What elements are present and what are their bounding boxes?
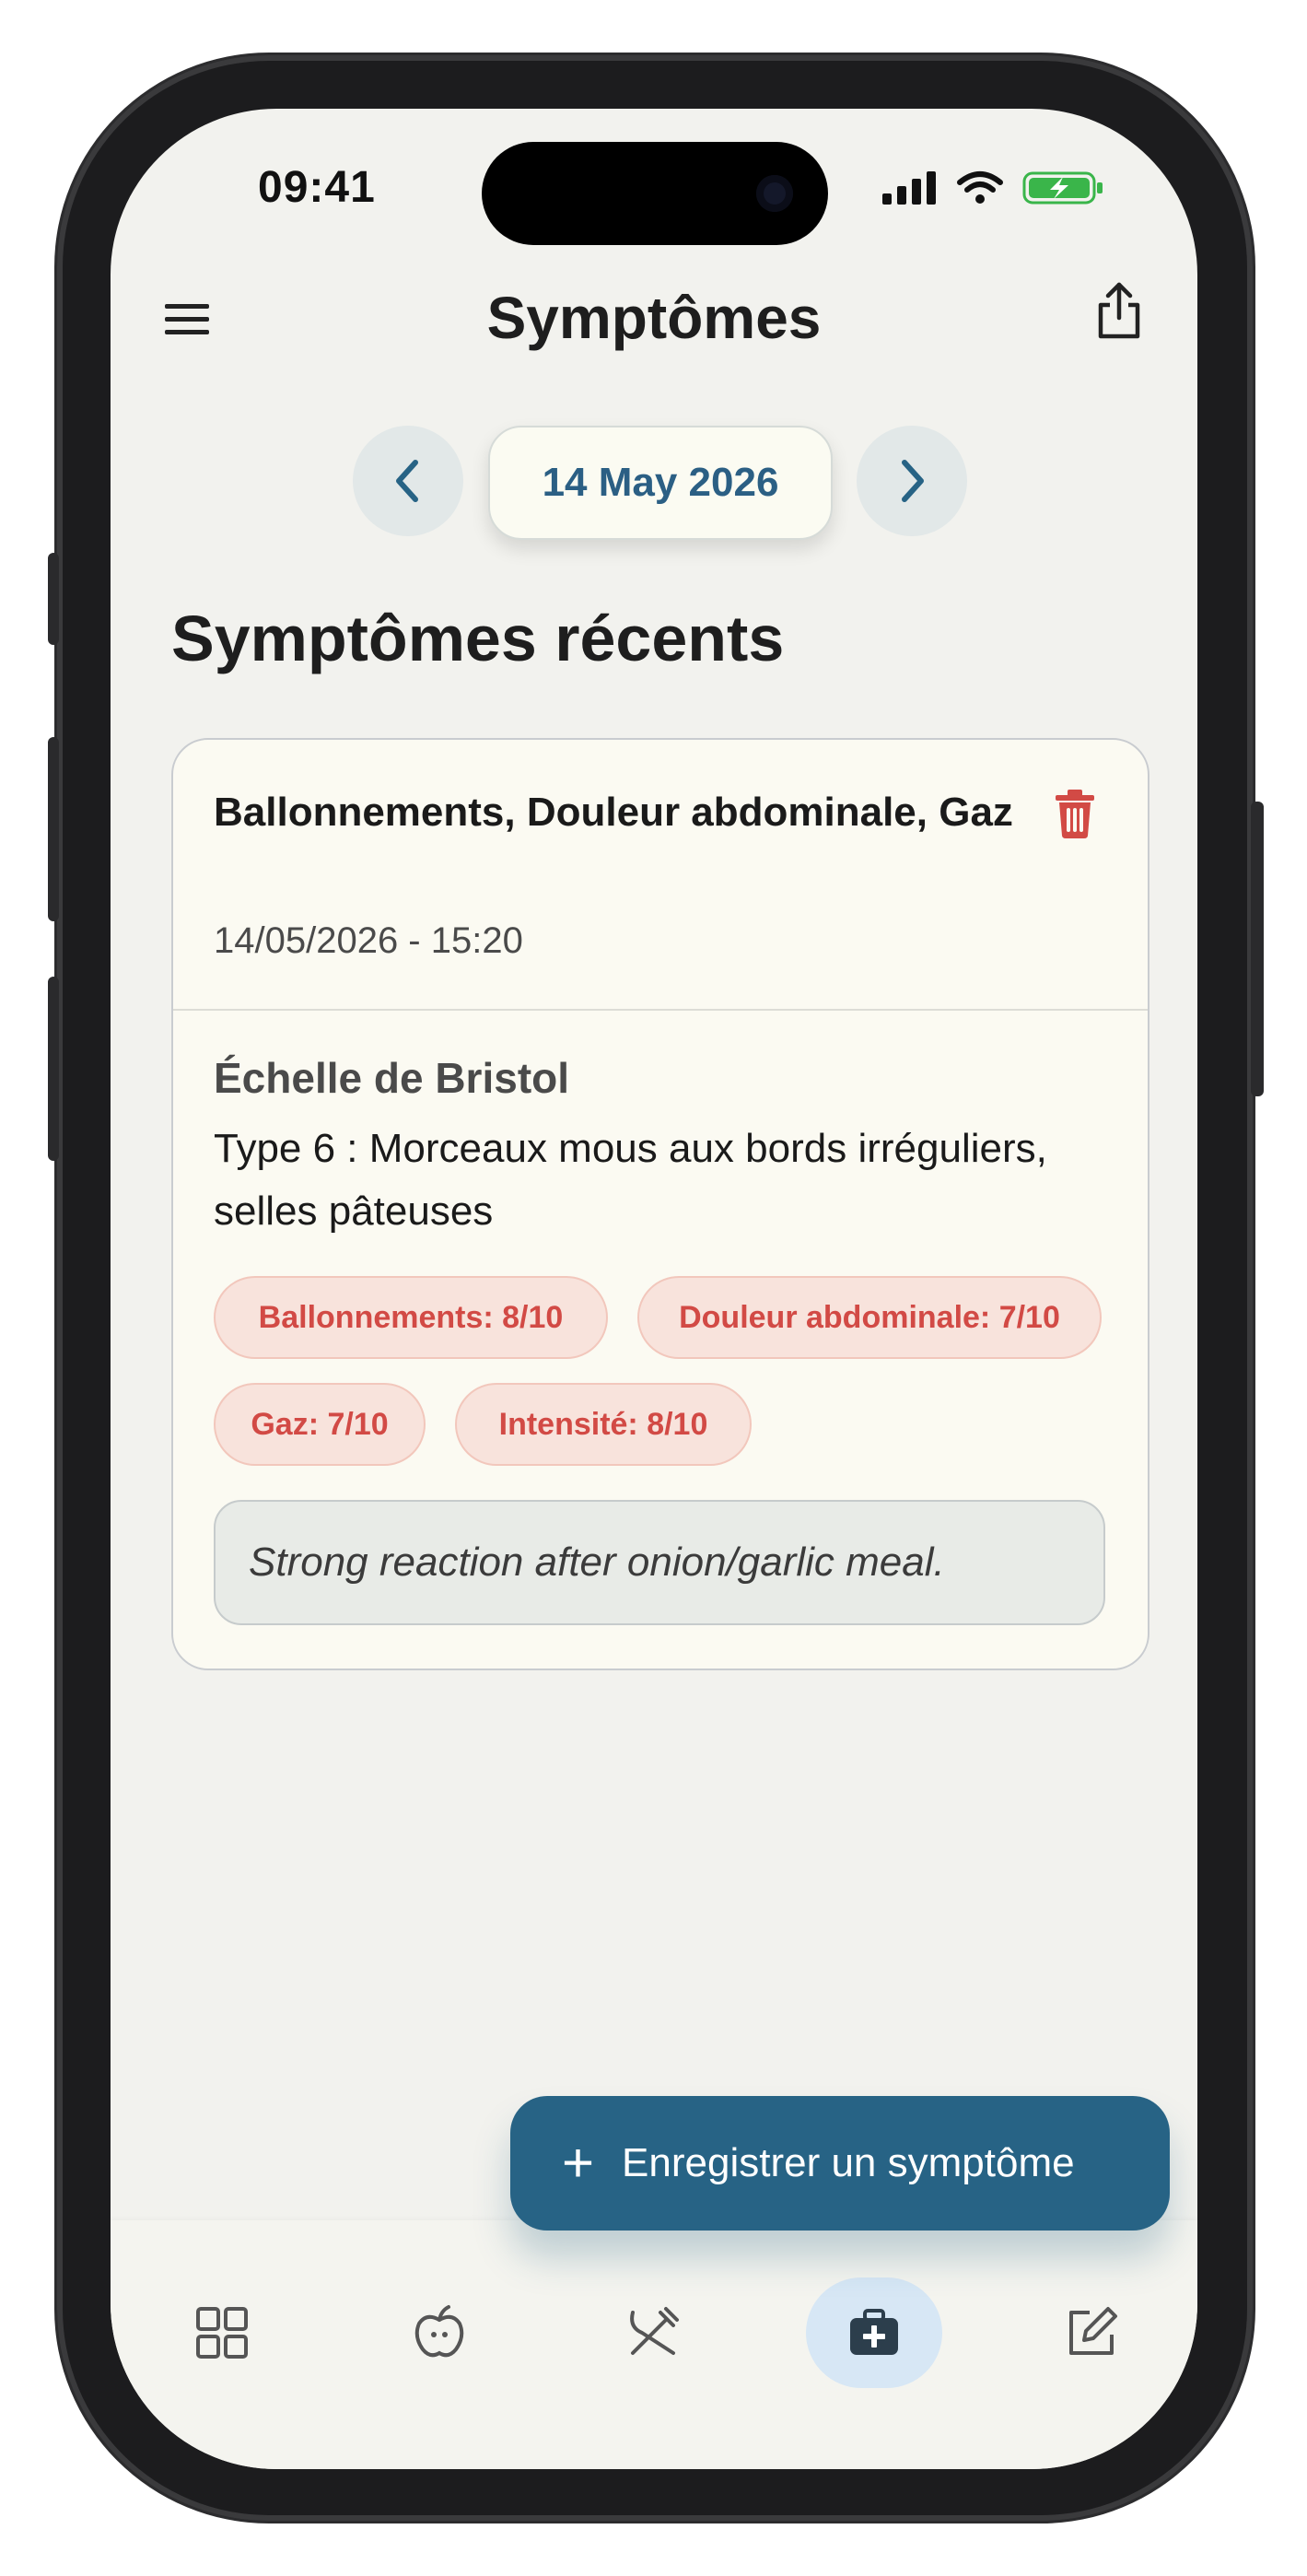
page-title: Symptômes bbox=[486, 285, 822, 351]
nav-dashboard[interactable] bbox=[167, 2277, 277, 2388]
chevron-right-icon bbox=[902, 460, 924, 502]
nav-meals[interactable] bbox=[598, 2277, 708, 2388]
dashboard-icon bbox=[196, 2307, 248, 2359]
symptom-tag: Douleur abdominale: 7/10 bbox=[637, 1276, 1102, 1359]
entry-datetime: 14/05/2026 - 15:20 bbox=[214, 920, 523, 961]
symptom-tag: Gaz: 7/10 bbox=[214, 1383, 426, 1466]
nav-food[interactable] bbox=[384, 2277, 495, 2388]
bristol-scale-label: Échelle de Bristol bbox=[214, 1054, 570, 1102]
entry-title: Ballonnements, Douleur abdominale, Gaz bbox=[214, 790, 1013, 835]
power-button bbox=[1251, 802, 1264, 1096]
battery-icon bbox=[1022, 171, 1103, 205]
current-date-button[interactable]: 14 May 2026 bbox=[488, 426, 833, 540]
symptom-tag: Ballonnements: 8/10 bbox=[214, 1276, 608, 1359]
trash-icon bbox=[1056, 790, 1094, 838]
date-navigator: 14 May 2026 bbox=[111, 426, 1197, 540]
previous-day-button[interactable] bbox=[353, 426, 463, 536]
status-icons bbox=[881, 170, 1105, 206]
action-button bbox=[48, 553, 59, 645]
nav-symptoms[interactable] bbox=[806, 2277, 942, 2388]
signal-icon bbox=[882, 171, 936, 205]
utensils-icon bbox=[630, 2307, 679, 2355]
share-icon bbox=[1098, 282, 1140, 339]
share-button[interactable] bbox=[1091, 279, 1147, 344]
section-title: Symptômes récents bbox=[171, 603, 785, 674]
volume-up-button bbox=[48, 737, 59, 921]
bristol-scale-value: Type 6 : Morceaux mous aux bords irrégul… bbox=[214, 1126, 1047, 1234]
status-time: 09:41 bbox=[258, 163, 376, 212]
volume-down-button bbox=[48, 977, 59, 1161]
dynamic-island bbox=[482, 142, 828, 245]
plus-icon: + bbox=[562, 2132, 595, 2194]
delete-button[interactable] bbox=[1052, 788, 1098, 839]
card-header: Ballonnements, Douleur abdominale, Gaz 1… bbox=[173, 740, 1148, 1011]
chevron-left-icon bbox=[396, 460, 418, 502]
nav-journal[interactable] bbox=[1036, 2277, 1147, 2388]
wifi-icon bbox=[957, 171, 1003, 204]
entry-note: Strong reaction after onion/garlic meal. bbox=[214, 1500, 1105, 1625]
medical-kit-icon bbox=[850, 2309, 898, 2355]
screen: 09:41 Symptômes 14 May 2026 Symptômes ré… bbox=[111, 109, 1197, 2469]
bottom-navigation bbox=[111, 2220, 1197, 2469]
symptom-tag: Intensité: 8/10 bbox=[455, 1383, 752, 1466]
symptom-entry-card[interactable]: Ballonnements, Douleur abdominale, Gaz 1… bbox=[171, 738, 1149, 1670]
next-day-button[interactable] bbox=[857, 426, 967, 536]
apple-icon bbox=[414, 2305, 464, 2358]
record-symptom-button[interactable]: + Enregistrer un symptôme bbox=[510, 2096, 1170, 2231]
record-symptom-label: Enregistrer un symptôme bbox=[622, 2140, 1075, 2185]
edit-icon bbox=[1069, 2307, 1117, 2355]
